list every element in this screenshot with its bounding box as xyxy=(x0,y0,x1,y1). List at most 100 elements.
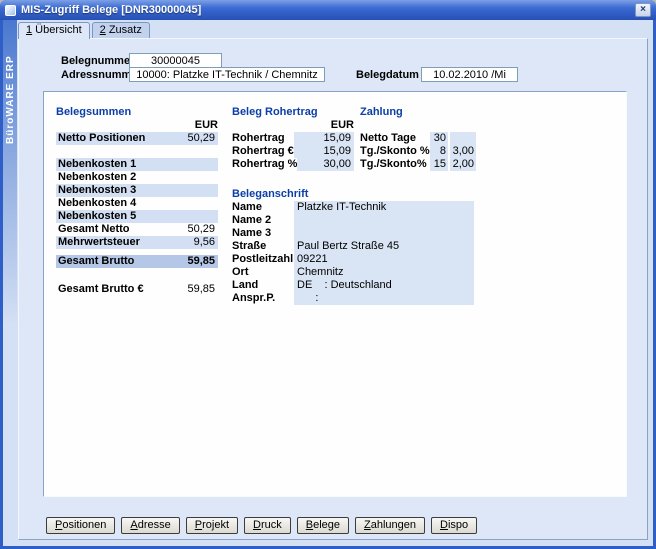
row-label: Rohertrag xyxy=(232,132,294,145)
row-label: Tg./Skonto % xyxy=(360,145,430,158)
row-label: Nebenkosten 1 xyxy=(58,158,136,171)
belege-button[interactable]: Belege xyxy=(297,517,349,534)
percent-cell xyxy=(450,132,476,145)
section-zahlung: Zahlung Netto Tage 30 Tg./Skonto % 8 3,0… xyxy=(360,106,478,171)
row-label: Gesamt Netto xyxy=(58,223,130,236)
row-label: Nebenkosten 2 xyxy=(58,171,136,184)
window-title: MIS-Zugriff Belege [DNR30000045] xyxy=(21,4,630,17)
section-title: Belegsummen xyxy=(56,106,218,119)
row-label: Name xyxy=(232,201,294,214)
row-label: Land xyxy=(232,279,294,292)
tab-zusatz[interactable]: 2 Zusatz xyxy=(92,22,150,38)
brand-strip: BüroWARE ERP xyxy=(3,20,17,546)
address-row: Name 3 xyxy=(232,227,478,240)
row-label: Straße xyxy=(232,240,294,253)
address-row: Anspr.P. : xyxy=(232,292,478,305)
zahlung-row: Tg./Skonto% 15 2,00 xyxy=(360,158,478,171)
belegdatum-input[interactable]: 10.02.2010 /Mi xyxy=(421,67,518,82)
dispo-button[interactable]: Dispo xyxy=(431,517,477,534)
row-value: Platzke IT-Technik xyxy=(294,201,474,214)
row-label: Postleitzahl xyxy=(232,253,294,266)
section-belegsummen: Belegsummen EUR Netto Positionen 50,29 N… xyxy=(56,106,218,296)
section-title: Zahlung xyxy=(360,106,478,119)
summary-row: Nebenkosten 1 xyxy=(56,158,218,171)
tab-bar: 1 Übersicht 2 Zusatz xyxy=(18,22,150,39)
rohertrag-row: Rohertrag € 15,09 xyxy=(232,145,354,158)
row-label: Name 2 xyxy=(232,214,294,227)
tab-label: 1 Übersicht xyxy=(26,24,82,37)
summary-row: Nebenkosten 5 xyxy=(56,210,218,223)
close-icon[interactable]: × xyxy=(635,3,651,17)
belegnummer-input[interactable]: 30000045 xyxy=(129,53,222,68)
row-value: : xyxy=(294,292,474,305)
days-cell: 8 xyxy=(430,145,448,158)
days-cell: 15 xyxy=(430,158,448,171)
rohertrag-row: Rohertrag % 30,00 xyxy=(232,158,354,171)
summary-row: Nebenkosten 4 xyxy=(56,197,218,210)
address-row: Straße Paul Bertz Straße 45 xyxy=(232,240,478,253)
row-value: 50,29 xyxy=(187,223,215,236)
row-value: DE : Deutschland xyxy=(294,279,474,292)
brand-text: BüroWARE ERP xyxy=(4,22,17,144)
rohertrag-row: Rohertrag 15,09 xyxy=(232,132,354,145)
row-label: Ort xyxy=(232,266,294,279)
row-label: Rohertrag € xyxy=(232,145,294,158)
row-label: Nebenkosten 4 xyxy=(58,197,136,210)
row-label: Netto Tage xyxy=(360,132,430,145)
row-label: Anspr.P. xyxy=(232,292,294,305)
spacer xyxy=(360,119,478,132)
summary-row: Netto Positionen 50,29 xyxy=(56,132,218,145)
adresse-button[interactable]: Adresse xyxy=(121,517,179,534)
address-row: Postleitzahl 09221 xyxy=(232,253,478,266)
address-row: Name 2 xyxy=(232,214,478,227)
row-value: Chemnitz xyxy=(294,266,474,279)
titlebar[interactable]: MIS-Zugriff Belege [DNR30000045] × xyxy=(0,0,656,20)
button-label: Positionen xyxy=(55,518,106,533)
row-value xyxy=(294,227,474,240)
button-label: Zahlungen xyxy=(364,518,416,533)
projekt-button[interactable]: Projekt xyxy=(186,517,238,534)
row-value: 15,09 xyxy=(294,145,354,158)
button-label: Projekt xyxy=(195,518,229,533)
spacer xyxy=(56,145,218,158)
section-title: Beleg Rohertrag xyxy=(232,106,354,119)
summary-row: Nebenkosten 2 xyxy=(56,171,218,184)
client-area: BüroWARE ERP 1 Übersicht 2 Zusatz Belegn… xyxy=(3,20,653,546)
summary-row: Gesamt Brutto € 59,85 xyxy=(56,283,218,296)
row-value: 15,09 xyxy=(294,132,354,145)
belegdatum-label: Belegdatum xyxy=(356,69,419,82)
zahlung-row: Netto Tage 30 xyxy=(360,132,478,145)
row-value: 30,00 xyxy=(297,158,354,171)
address-row: Land DE : Deutschland xyxy=(232,279,478,292)
row-value: 50,29 xyxy=(187,132,215,145)
positionen-button[interactable]: Positionen xyxy=(46,517,115,534)
row-value xyxy=(294,214,474,227)
row-label: Tg./Skonto% xyxy=(360,158,430,171)
tab-uebersicht[interactable]: 1 Übersicht xyxy=(18,22,90,39)
address-row: Name Platzke IT-Technik xyxy=(232,201,478,214)
currency-header: EUR xyxy=(232,119,354,132)
percent-cell: 2,00 xyxy=(450,158,476,171)
adressnummer-input[interactable]: 10000: Platzke IT-Technik / Chemnitz xyxy=(129,67,325,82)
row-label: Nebenkosten 5 xyxy=(58,210,136,223)
row-value: 59,85 xyxy=(187,255,215,268)
app-window: MIS-Zugriff Belege [DNR30000045] × BüroW… xyxy=(0,0,656,549)
row-label: Gesamt Brutto € xyxy=(58,283,144,296)
row-label: Netto Positionen xyxy=(58,132,145,145)
spacer xyxy=(56,268,218,283)
row-value: 59,85 xyxy=(187,283,215,296)
button-label: Druck xyxy=(253,518,282,533)
section-title: Beleganschrift xyxy=(232,188,478,201)
row-label: Mehrwertsteuer xyxy=(58,236,140,249)
content-panel: Belegnummer 30000045 Adressnummer 10000:… xyxy=(18,38,648,540)
summary-box: Belegsummen EUR Netto Positionen 50,29 N… xyxy=(43,91,627,497)
summary-row: Mehrwertsteuer 9,56 xyxy=(56,236,218,249)
button-label: Dispo xyxy=(440,518,468,533)
druck-button[interactable]: Druck xyxy=(244,517,291,534)
row-label: Name 3 xyxy=(232,227,294,240)
days-cell: 30 xyxy=(430,132,448,145)
summary-row-gesamt-brutto: Gesamt Brutto 59,85 xyxy=(56,255,218,268)
belegnummer-label: Belegnummer xyxy=(61,55,134,68)
percent-cell: 3,00 xyxy=(450,145,476,158)
zahlungen-button[interactable]: Zahlungen xyxy=(355,517,425,534)
